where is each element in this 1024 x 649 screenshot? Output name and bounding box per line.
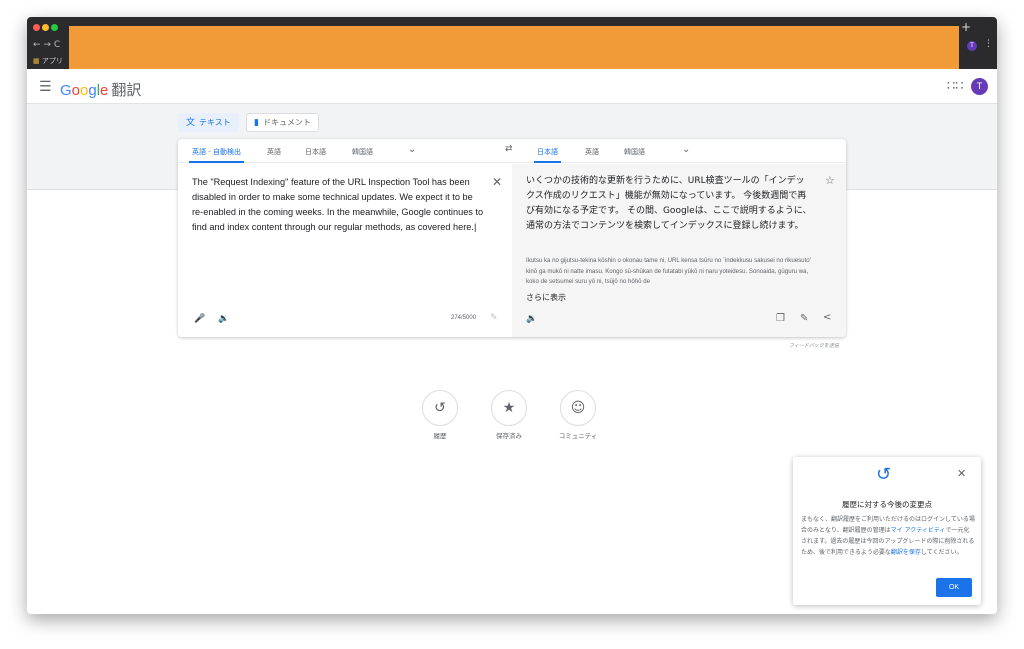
ok-button[interactable]: OK <box>936 578 972 597</box>
microphone-icon[interactable]: 🎤 <box>194 314 205 324</box>
copy-icon[interactable]: ❐ <box>776 313 785 324</box>
history-button[interactable]: ↺ <box>422 390 458 426</box>
forward-arrow-icon[interactable]: → <box>43 40 51 50</box>
logo-letter: g <box>88 82 97 99</box>
source-lang-tab-english[interactable]: 英語 <box>267 147 281 157</box>
dialog-title: 履歴に対する今後の変更点 <box>842 500 932 509</box>
star-icon: ★ <box>502 400 516 416</box>
redacted-area <box>69 26 959 69</box>
bookmark-apps[interactable]: アプリ <box>42 57 63 65</box>
nav-buttons: ← → C <box>33 40 60 50</box>
source-lang-tab-detect[interactable]: 英語 - 自動検出 <box>189 147 244 163</box>
chevron-down-icon[interactable]: ⌄ <box>682 144 690 155</box>
history-change-dialog: ↺ ✕ 履歴に対する今後の変更点 まもなく、翻訳履歴をご利用いただけるのはログイ… <box>793 457 981 605</box>
source-text-input[interactable]: The "Request Indexing" feature of the UR… <box>192 175 484 235</box>
source-text-area[interactable]: The "Request Indexing" feature of the UR… <box>178 164 512 337</box>
browser-chrome: ← → C ▦ アプリ + T ⋮ <box>27 17 997 69</box>
document-mode-button[interactable]: ▮ ドキュメント <box>246 113 319 132</box>
logo-letter: G <box>60 82 72 99</box>
maximize-window-button[interactable] <box>51 24 58 31</box>
chevron-down-icon[interactable]: ⌄ <box>408 144 416 155</box>
saved-label: 保存済み <box>496 432 522 440</box>
saved-button[interactable]: ★ <box>491 390 527 426</box>
reload-icon[interactable]: C <box>54 40 60 50</box>
apps-grid-icon: ▦ <box>33 57 40 65</box>
user-avatar[interactable]: T <box>971 78 988 95</box>
show-more-link[interactable]: さらに表示 <box>526 292 566 303</box>
document-mode-label: ドキュメント <box>262 118 311 127</box>
dialog-body: まもなく、翻訳履歴をご利用いただけるのはログインしている場合のみとなり、翻訳履歴… <box>801 514 975 558</box>
target-lang-tab-korean[interactable]: 韓国語 <box>624 147 645 157</box>
source-lang-tab-japanese[interactable]: 日本語 <box>305 147 326 157</box>
translate-icon: 文 <box>186 118 196 128</box>
text-mode-label: テキスト <box>199 118 231 127</box>
star-icon[interactable]: ☆ <box>825 174 835 187</box>
history-label: 履歴 <box>433 432 447 440</box>
dialog-text: してください。 <box>920 549 963 556</box>
translated-text: いくつかの技術的な更新を行うために、URL検査ツールの「インデックス作成のリクエ… <box>526 176 812 231</box>
target-text-area: いくつかの技術的な更新を行うために、URL検査ツールの「インデックス作成のリクエ… <box>512 164 846 337</box>
hamburger-menu-icon[interactable]: ☰ <box>39 79 52 95</box>
feedback-link[interactable]: フィードバックを送信 <box>789 342 839 349</box>
pencil-icon[interactable]: ✎ <box>490 313 498 323</box>
google-translate-logo[interactable]: Google 翻訳 <box>60 79 141 100</box>
browser-window: ← → C ▦ アプリ + T ⋮ ☰ Google 翻訳 ∷∷ T 文テキスト … <box>27 17 997 614</box>
source-language-bar: 英語 - 自動検出 英語 日本語 韓国語 ⌄ <box>178 139 512 163</box>
clear-text-icon[interactable]: ✕ <box>492 175 502 189</box>
logo-letter: o <box>71 82 81 99</box>
community-label: コミュニティ <box>558 432 598 440</box>
browser-menu-icon[interactable]: ⋮ <box>984 39 993 49</box>
logo-product-name: 翻訳 <box>111 82 142 99</box>
speaker-icon[interactable]: 🔉 <box>526 314 537 324</box>
save-translation-link[interactable]: 翻訳を保存 <box>891 549 921 556</box>
document-icon: ▮ <box>254 118 259 128</box>
translate-header: ☰ Google 翻訳 ∷∷ T <box>27 70 997 104</box>
logo-letter: e <box>100 82 109 99</box>
minimize-window-button[interactable] <box>42 24 49 31</box>
back-arrow-icon[interactable]: ← <box>33 40 41 50</box>
history-icon: ↺ <box>876 464 892 485</box>
history-icon: ↺ <box>434 400 446 416</box>
target-language-bar: 日本語 英語 韓国語 ⌄ <box>512 139 846 163</box>
community-button[interactable]: ☺ <box>560 390 596 426</box>
romanization-text: Ikutsu ka no gijutsu-tekina kōshin o oko… <box>526 257 811 285</box>
speaker-icon[interactable]: 🔉 <box>218 314 229 324</box>
close-window-button[interactable] <box>33 24 40 31</box>
my-activity-link[interactable]: マイ アクティビティ <box>891 527 946 534</box>
bookmarks-bar: ▦ アプリ <box>33 56 63 66</box>
translation-panel: 英語 - 自動検出 英語 日本語 韓国語 ⌄ ⇄ 日本語 英語 韓国語 ⌄ Th… <box>178 139 846 337</box>
pencil-icon[interactable]: ✎ <box>800 313 808 324</box>
character-count: 274/5000 <box>451 315 477 321</box>
browser-profile-avatar[interactable]: T <box>967 41 977 51</box>
people-icon: ☺ <box>570 400 586 416</box>
new-tab-button[interactable]: + <box>961 20 971 34</box>
share-icon[interactable]: < <box>823 312 831 323</box>
target-lang-tab-english[interactable]: 英語 <box>585 147 599 157</box>
target-lang-tab-japanese[interactable]: 日本語 <box>534 147 561 163</box>
google-apps-icon[interactable]: ∷∷ <box>947 79 964 94</box>
close-icon[interactable]: ✕ <box>957 467 966 480</box>
text-mode-button[interactable]: 文テキスト <box>178 113 239 132</box>
source-lang-tab-korean[interactable]: 韓国語 <box>352 147 373 157</box>
